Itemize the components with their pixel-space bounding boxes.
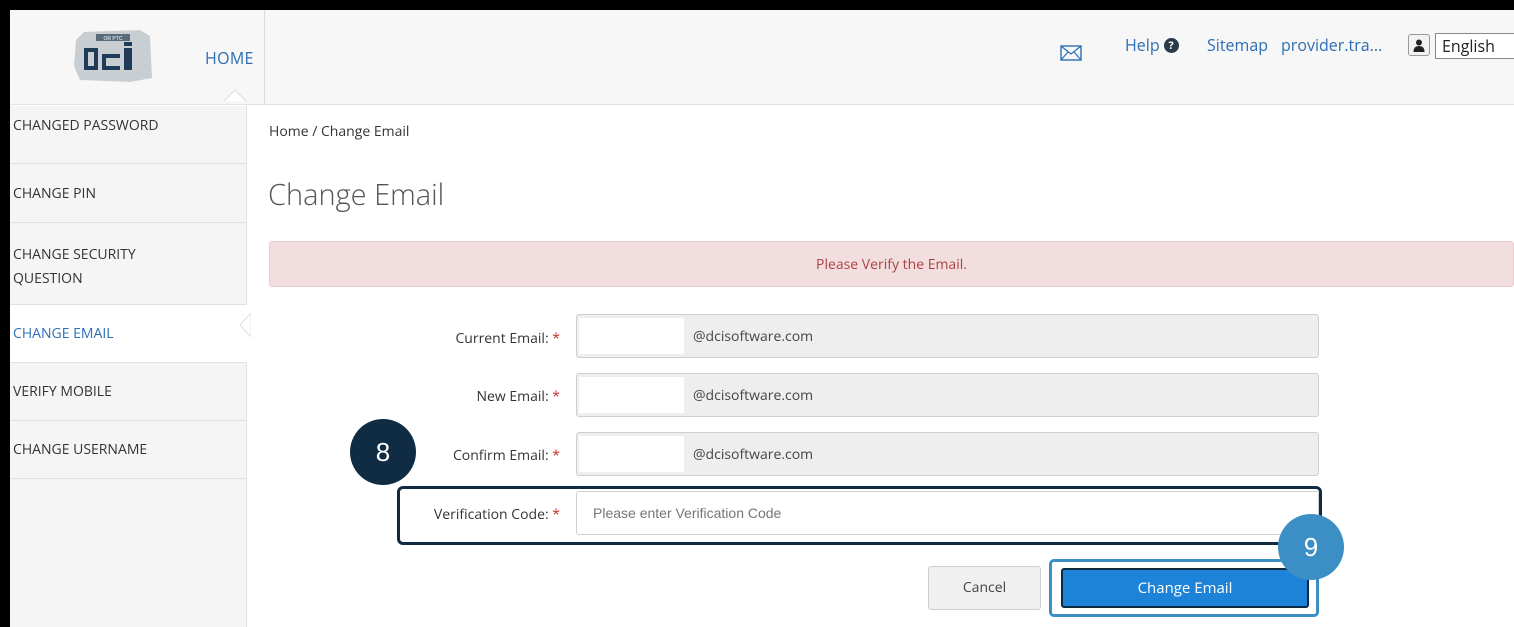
redacted-local-part (579, 318, 684, 354)
new-email-label-text: New Email: (476, 387, 549, 406)
mail-icon[interactable] (1060, 45, 1082, 61)
user-menu-button[interactable] (1408, 34, 1430, 56)
sidebar-item-change-pin[interactable]: CHANGE PIN (10, 164, 247, 223)
breadcrumb: Home / Change Email (269, 122, 410, 141)
confirm-email-field: @dcisoftware.com (576, 432, 1319, 476)
confirm-email-domain: @dcisoftware.com (693, 445, 814, 464)
current-email-label: Current Email: * (260, 329, 560, 348)
help-label: Help (1125, 34, 1160, 56)
top-header: OR PTC HOME Help ? Sitemap provider.tra.… (10, 10, 1514, 105)
logo-cell: OR PTC HOME (10, 10, 265, 105)
required-asterisk: * (552, 505, 560, 524)
question-circle-icon: ? (1163, 37, 1179, 53)
verification-code-input[interactable] (576, 491, 1319, 535)
sidebar-item-change-username[interactable]: CHANGE USERNAME (10, 421, 247, 479)
user-icon (1413, 39, 1425, 52)
app-window: OR PTC HOME Help ? Sitemap provider.tra.… (10, 10, 1514, 627)
active-item-pointer-icon (239, 313, 251, 337)
redacted-local-part (579, 436, 684, 472)
step-8-callout: 8 (350, 419, 416, 485)
settings-sidebar: CHANGED PASSWORD CHANGE PIN CHANGE SECUR… (10, 106, 247, 627)
nav-home[interactable]: HOME (205, 47, 254, 69)
verification-code-label: Verification Code: * (260, 505, 560, 524)
cancel-button[interactable]: Cancel (928, 566, 1041, 610)
alert-message: Please Verify the Email. (816, 254, 967, 274)
step-9-callout: 9 (1278, 514, 1344, 580)
new-email-label: New Email: * (260, 387, 560, 406)
confirm-email-label-text: Confirm Email: (452, 446, 549, 465)
required-asterisk: * (552, 446, 560, 465)
sidebar-item-change-security-question[interactable]: CHANGE SECURITY QUESTION (10, 223, 247, 305)
sidebar-item-verify-mobile[interactable]: VERIFY MOBILE (10, 363, 247, 421)
redacted-local-part (579, 377, 684, 413)
sitemap-link[interactable]: Sitemap (1207, 34, 1268, 56)
new-email-field: @dcisoftware.com (576, 373, 1319, 417)
change-email-button[interactable]: Change Email (1061, 568, 1309, 608)
logo-caption: OR PTC (104, 36, 123, 42)
dci-logo[interactable]: OR PTC (70, 26, 158, 86)
sidebar-item-change-email[interactable]: CHANGE EMAIL (10, 305, 247, 363)
required-asterisk: * (552, 329, 560, 348)
user-name-link[interactable]: provider.tra... (1281, 34, 1382, 56)
new-email-domain: @dcisoftware.com (693, 386, 814, 405)
current-email-label-text: Current Email: (455, 329, 549, 348)
current-email-field: @dcisoftware.com (576, 314, 1319, 358)
language-select[interactable]: English (1435, 33, 1514, 59)
required-asterisk: * (552, 387, 560, 406)
active-nav-caret-icon (224, 89, 246, 101)
current-email-domain: @dcisoftware.com (693, 327, 814, 346)
verification-code-label-text: Verification Code: (433, 505, 549, 524)
help-link[interactable]: Help ? (1125, 34, 1179, 56)
page-title: Change Email (268, 175, 445, 214)
verify-email-alert: Please Verify the Email. (269, 241, 1514, 287)
sidebar-item-changed-password[interactable]: CHANGED PASSWORD (10, 106, 247, 164)
